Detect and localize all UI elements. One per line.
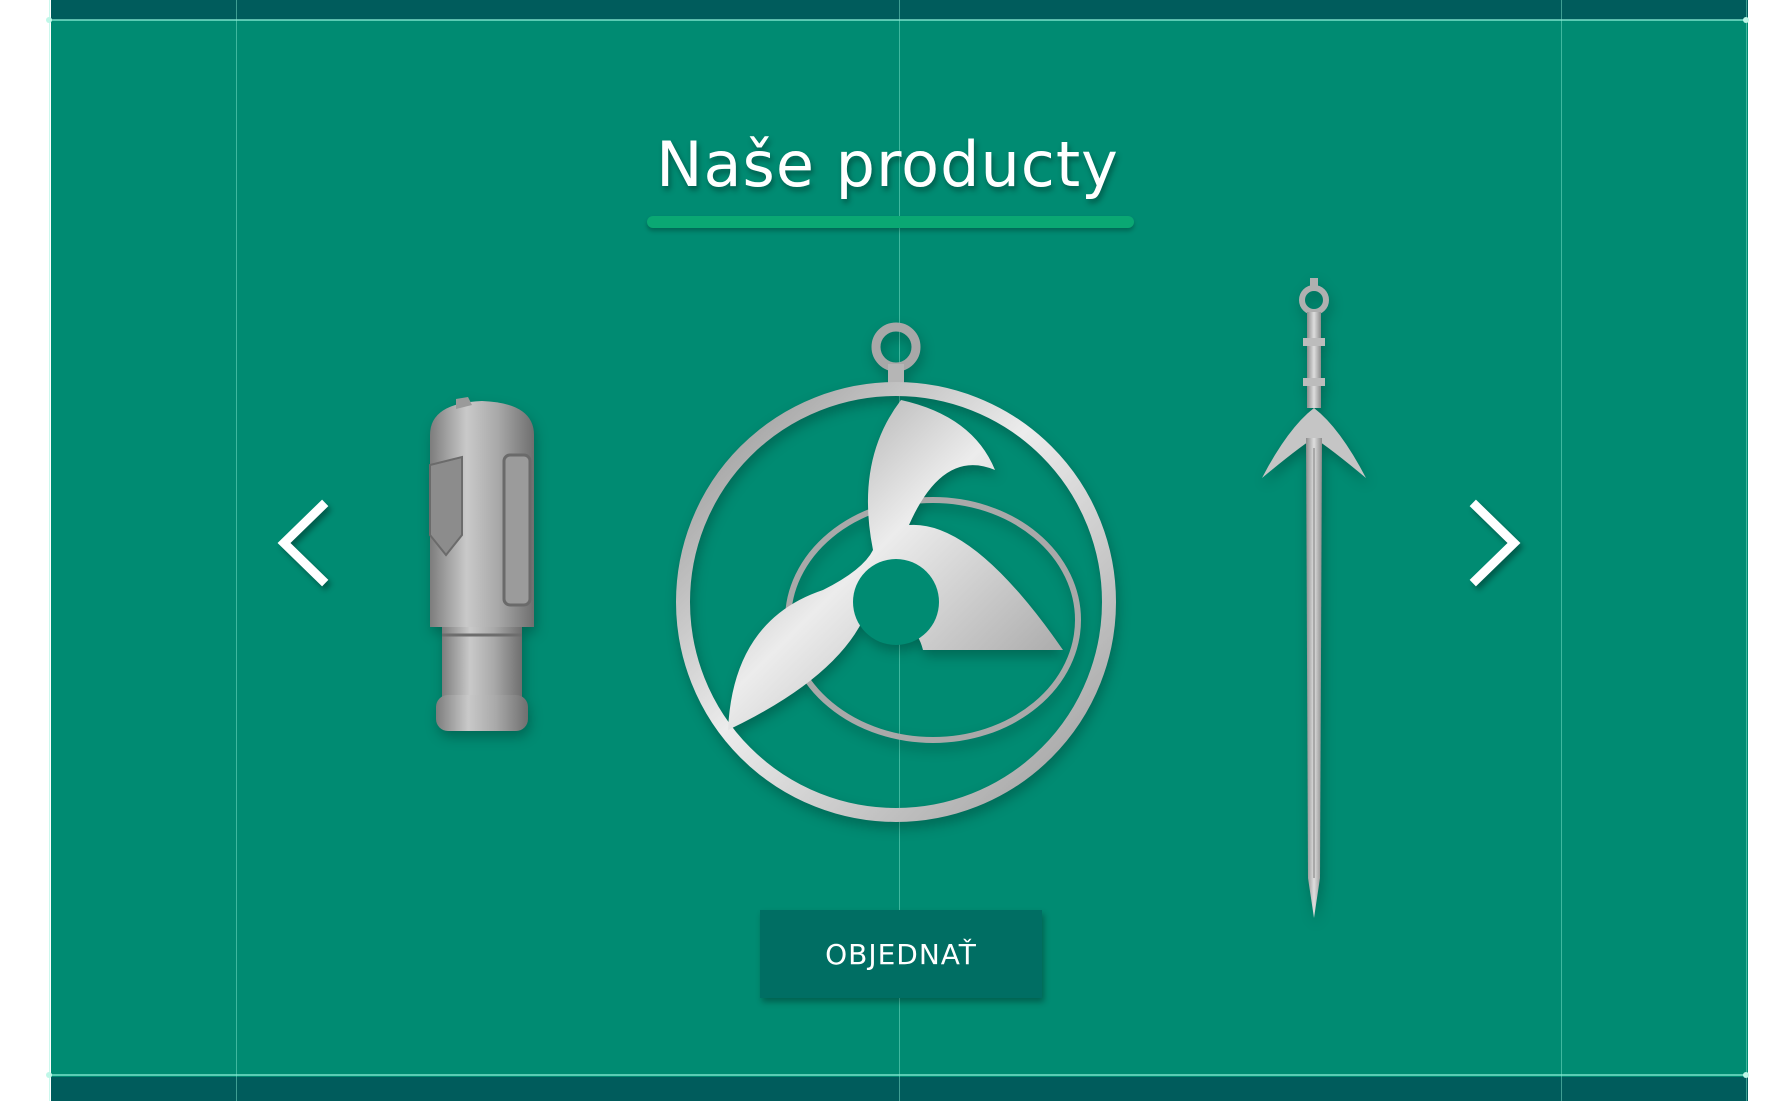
guide-line <box>48 19 1745 21</box>
chevron-right-icon <box>1469 499 1521 587</box>
chevron-left-icon <box>277 499 329 587</box>
carousel-prev-button[interactable] <box>270 498 340 588</box>
page-frame: Naše producty OBJEDNAŤ <box>0 0 1775 1101</box>
cylinder-product[interactable] <box>412 395 552 740</box>
sword-product[interactable] <box>1258 278 1370 918</box>
guide-handle <box>46 1072 52 1078</box>
section-title: Naše producty <box>656 128 1119 201</box>
guide-handle <box>1743 17 1749 23</box>
carousel-next-button[interactable] <box>1458 498 1528 588</box>
order-button[interactable]: OBJEDNAŤ <box>760 910 1042 998</box>
guide-handle <box>46 17 52 23</box>
guide-line <box>48 1074 1745 1076</box>
guide-handle <box>1743 1072 1749 1078</box>
pendant-product[interactable] <box>673 320 1123 825</box>
title-underline <box>647 216 1134 228</box>
